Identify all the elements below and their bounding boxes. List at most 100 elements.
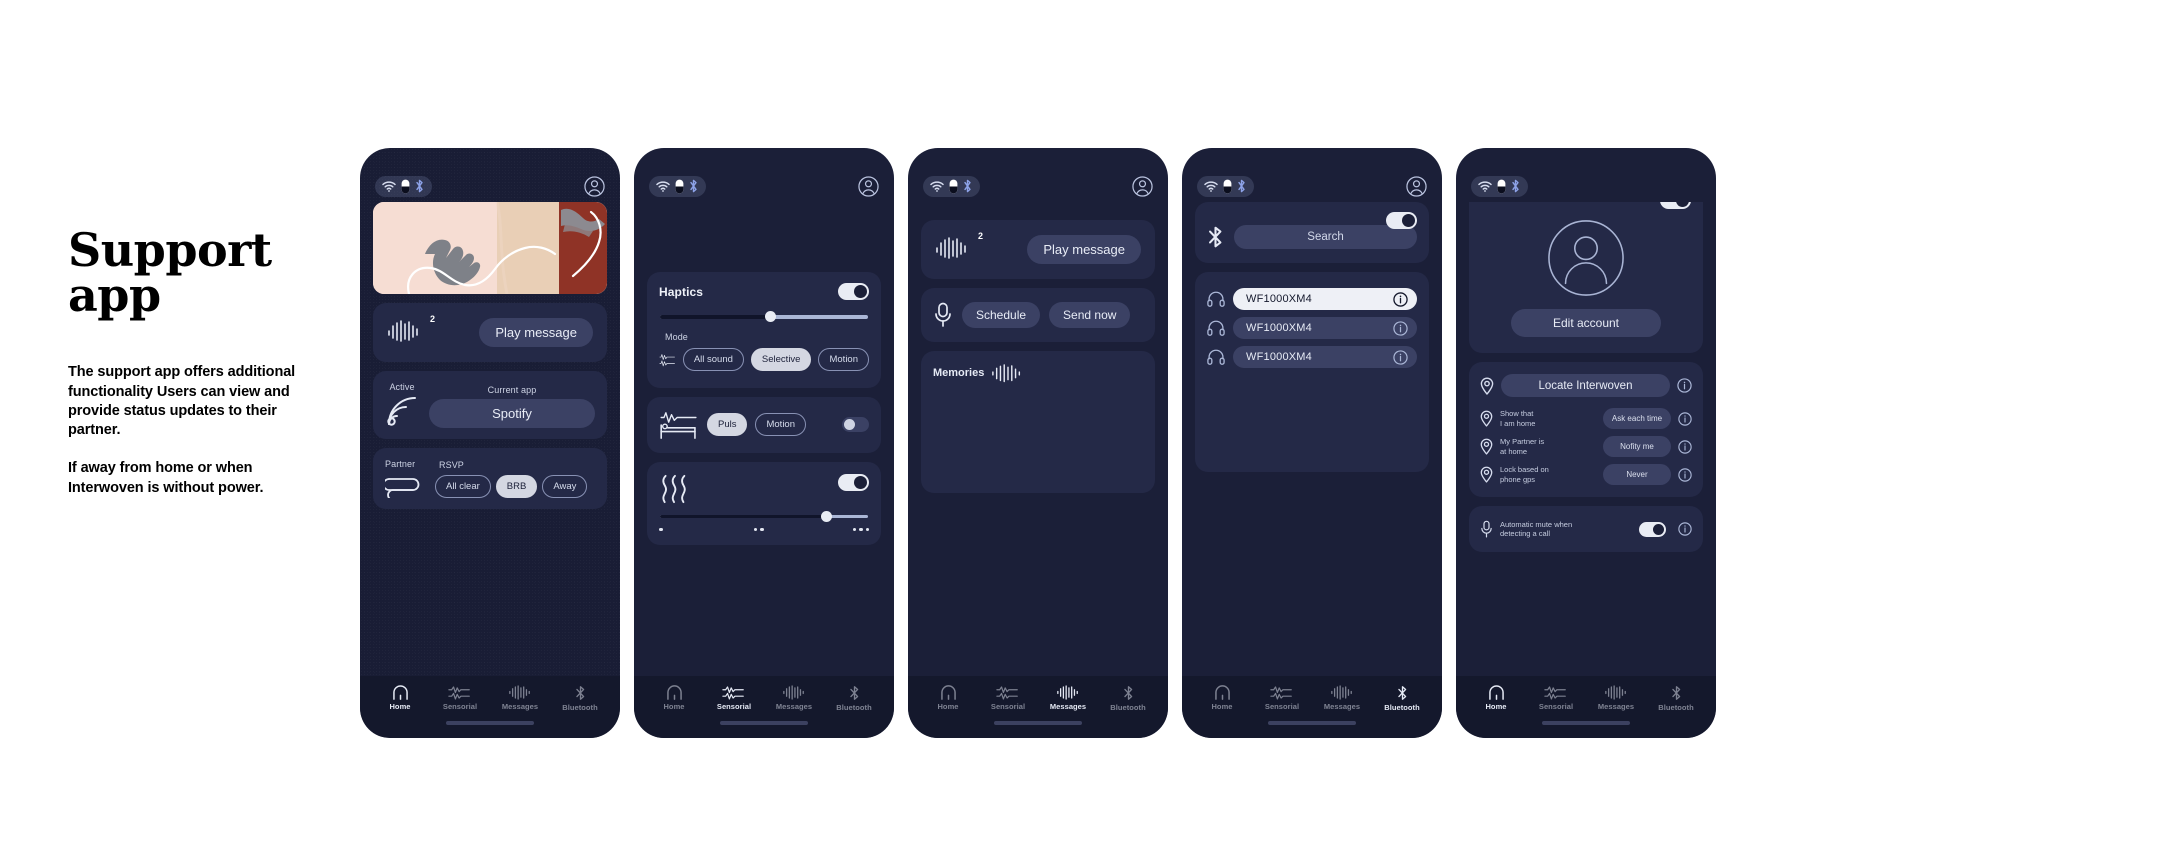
nav-label-bluetooth: Bluetooth	[562, 703, 598, 712]
phone-content-home: 2 Play message Active Current app Spotif…	[360, 202, 620, 676]
current-app-label: Current app	[487, 385, 537, 395]
info-icon[interactable]	[1678, 411, 1692, 426]
nav-item-bluetooth[interactable]: Bluetooth	[1374, 685, 1430, 712]
haptics-mode-selective[interactable]: Selective	[750, 347, 812, 372]
setting-row-partner-home[interactable]: My Partner is at home Nofity me	[1480, 436, 1692, 457]
info-icon[interactable]	[1678, 439, 1692, 454]
nav-item-sensorial[interactable]: Sensorial	[1254, 685, 1310, 711]
heat-slider[interactable]	[660, 510, 868, 524]
nav-item-home[interactable]: Home	[372, 685, 428, 711]
account-card: Edit account	[1469, 202, 1703, 353]
bluetooth-search-input[interactable]: Search	[1234, 225, 1417, 249]
account-avatar-button[interactable]	[1132, 175, 1153, 197]
heat-toggle[interactable]	[838, 473, 869, 491]
nav-item-bluetooth[interactable]: Bluetooth	[552, 685, 608, 712]
setting-label: My Partner is at home	[1500, 437, 1545, 456]
nav-item-bluetooth[interactable]: Bluetooth	[1100, 685, 1156, 712]
play-message-button[interactable]: Play message	[1027, 235, 1141, 264]
current-app-value[interactable]: Spotify	[429, 398, 595, 428]
home-indicator[interactable]	[1542, 721, 1630, 725]
bluetooth-toggle[interactable]	[1386, 212, 1417, 229]
account-avatar-button[interactable]	[584, 175, 605, 197]
location-pin-icon	[1480, 438, 1493, 455]
sleep-bed-waveform-icon	[660, 411, 697, 439]
setting-value[interactable]: Ask each time	[1603, 408, 1671, 429]
intro-block: Support app The support app offers addit…	[68, 227, 328, 498]
account-avatar-button[interactable]	[1406, 175, 1427, 197]
setting-row-lock-gps[interactable]: Lock based on phone gps Never	[1480, 464, 1692, 485]
nav-item-home[interactable]: Home	[646, 685, 702, 711]
account-avatar-button[interactable]	[858, 175, 879, 197]
nav-label-messages: Messages	[775, 702, 813, 711]
info-icon[interactable]	[1393, 349, 1408, 365]
info-icon[interactable]	[1677, 378, 1692, 393]
hands-collage-illustration	[373, 202, 607, 294]
device-list-item[interactable]: WF1000XM4	[1207, 346, 1417, 368]
nav-item-messages[interactable]: Messages	[1040, 685, 1096, 711]
setting-row-show-home[interactable]: Show that I am home Ask each time	[1480, 408, 1692, 429]
sleep-mode-motion[interactable]: Motion	[755, 412, 806, 437]
home-indicator[interactable]	[1268, 721, 1356, 725]
auto-mute-toggle[interactable]	[1639, 521, 1666, 537]
nav-item-messages[interactable]: Messages	[766, 685, 822, 711]
battery-icon	[1497, 179, 1506, 193]
haptics-mode-all-sound[interactable]: All sound	[682, 347, 744, 372]
sleep-toggle[interactable]	[842, 417, 869, 433]
account-circle-icon	[858, 175, 879, 197]
locate-interwoven-button[interactable]: Locate Interwoven	[1501, 374, 1670, 397]
sleep-mode-puls[interactable]: Puls	[707, 412, 748, 437]
home-indicator[interactable]	[720, 721, 808, 725]
nav-item-sensorial[interactable]: Sensorial	[432, 685, 488, 711]
sensorial-waveform-icon	[448, 686, 470, 700]
nav-item-bluetooth[interactable]: Bluetooth	[1648, 685, 1704, 712]
nav-item-home[interactable]: Home	[1194, 685, 1250, 711]
haptics-title: Haptics	[659, 284, 704, 299]
dual-waveform-icon	[659, 353, 675, 366]
message-count-badge: 2	[429, 314, 435, 324]
device-list-item[interactable]: WF1000XM4	[1207, 317, 1417, 339]
message-count-badge: 2	[977, 231, 983, 241]
nav-item-sensorial[interactable]: Sensorial	[980, 685, 1036, 711]
nav-item-home[interactable]: Home	[1468, 685, 1524, 711]
bottom-nav: Home Sensorial Messages Bluetooth	[1182, 676, 1442, 738]
hero-image	[373, 202, 607, 294]
rsvp-option-all-clear[interactable]: All clear	[435, 474, 491, 499]
bluetooth-icon	[1238, 179, 1245, 193]
setting-value[interactable]: Never	[1603, 464, 1671, 485]
status-icons-pill	[1197, 175, 1254, 197]
intro-paragraph-2: If away from home or when Interwoven is …	[68, 460, 264, 496]
nav-item-messages[interactable]: Messages	[1314, 685, 1370, 711]
bluetooth-icon	[416, 179, 423, 193]
account-toggle[interactable]	[1660, 202, 1691, 209]
nav-item-messages[interactable]: Messages	[1588, 685, 1644, 711]
info-icon[interactable]	[1393, 320, 1408, 336]
nav-label-sensorial: Sensorial	[990, 702, 1026, 711]
schedule-button[interactable]: Schedule	[962, 302, 1041, 328]
nav-item-sensorial[interactable]: Sensorial	[706, 685, 762, 711]
play-message-button[interactable]: Play message	[479, 318, 593, 347]
rsvp-option-brb[interactable]: BRB	[495, 474, 538, 499]
haptics-mode-motion[interactable]: Motion	[818, 347, 869, 372]
audio-waveform-icon	[936, 237, 966, 259]
send-now-button[interactable]: Send now	[1049, 302, 1131, 328]
nav-item-sensorial[interactable]: Sensorial	[1528, 685, 1584, 711]
setting-value[interactable]: Nofity me	[1603, 436, 1671, 457]
info-icon[interactable]	[1393, 291, 1408, 307]
nav-item-bluetooth[interactable]: Bluetooth	[826, 685, 882, 712]
haptics-toggle[interactable]	[838, 283, 869, 300]
info-icon[interactable]	[1678, 467, 1692, 482]
home-indicator[interactable]	[446, 721, 534, 725]
phone-mockups-row: 2 Play message Active Current app Spotif…	[360, 148, 1716, 738]
home-indicator[interactable]	[994, 721, 1082, 725]
status-icons-pill	[375, 175, 432, 197]
nav-item-messages[interactable]: Messages	[492, 685, 548, 711]
device-list-item[interactable]: WF1000XM4	[1207, 288, 1417, 310]
intro-body: The support app offers additional functi…	[68, 363, 328, 498]
bluetooth-icon	[964, 179, 971, 193]
info-icon[interactable]	[1678, 522, 1692, 536]
edit-account-button[interactable]: Edit account	[1511, 309, 1661, 337]
rsvp-option-away[interactable]: Away	[542, 474, 588, 499]
haptics-slider[interactable]	[660, 310, 868, 324]
nav-item-home[interactable]: Home	[920, 685, 976, 711]
intro-paragraph-1: The support app offers additional functi…	[68, 364, 296, 439]
